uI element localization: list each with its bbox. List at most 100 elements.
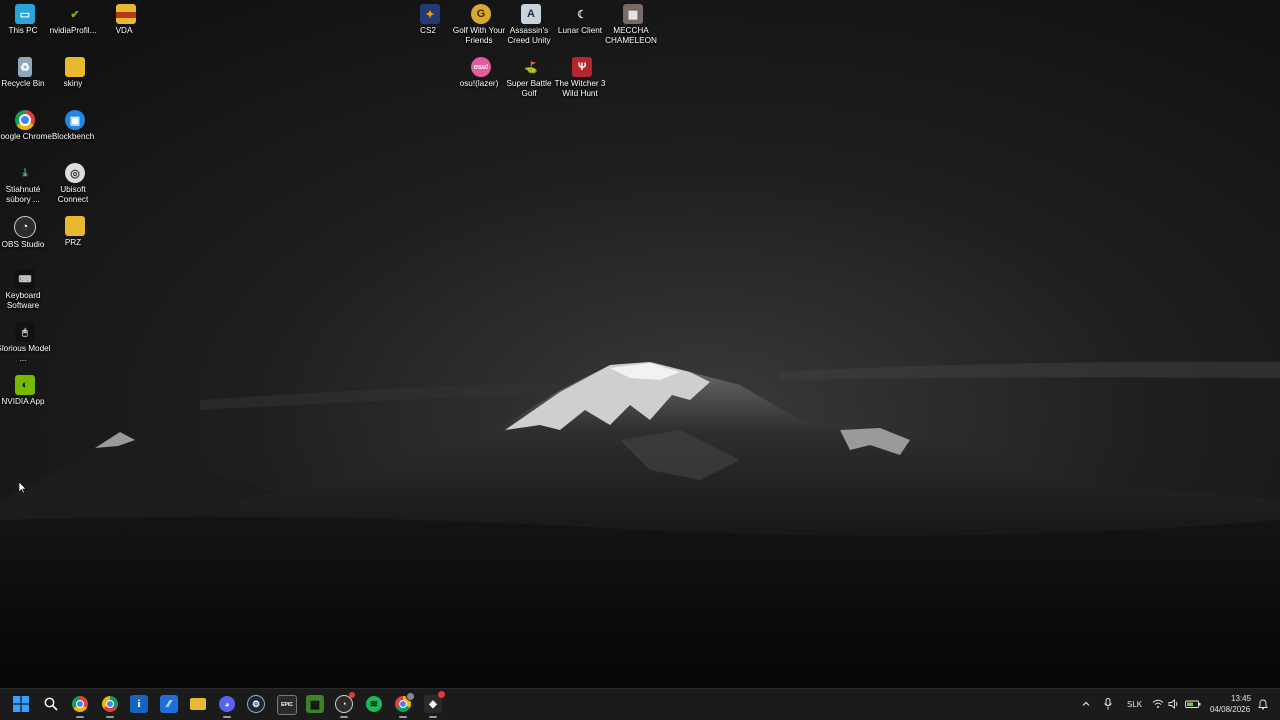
- desktop-icon-assassins-creed-unity[interactable]: A Assassin's Creed Unity: [506, 0, 556, 46]
- desktop-icon-ubisoft-connect[interactable]: ◎ Ubisoft Connect: [50, 159, 100, 205]
- desktop-wallpaper: [0, 0, 1280, 688]
- desktop-icon-label: Keyboard Software: [5, 291, 41, 310]
- clock-time[interactable]: 13:45: [1231, 694, 1251, 703]
- nvidia-icon: ✔: [70, 8, 80, 21]
- steam-icon: ⚙: [247, 695, 265, 713]
- desktop-icon-label: The Witcher 3 Wild Hunt: [554, 79, 606, 98]
- search-button[interactable]: [42, 695, 60, 713]
- desktop-icon-super-battle-golf[interactable]: ⛳ Super Battle Golf: [506, 53, 556, 99]
- desktop-icon-label: VDA: [115, 26, 133, 35]
- battery-icon[interactable]: [1185, 698, 1201, 710]
- assassins-creed-icon: A: [521, 4, 541, 24]
- discord-icon: ◕: [219, 696, 235, 712]
- app-icon: ⁄⁄: [167, 698, 171, 710]
- desktop-icon-keyboard-software[interactable]: ⌨ Keyboard Software: [0, 265, 50, 311]
- show-hidden-icons-button[interactable]: [1080, 698, 1092, 710]
- folder-icon: [190, 698, 206, 710]
- keyboard-software-icon: ⌨: [15, 269, 35, 289]
- desktop-icon-label: nvidiaProfil...: [49, 26, 97, 35]
- computer-icon: ▭: [15, 4, 35, 24]
- desktop-icon-google-chrome[interactable]: Google Chrome: [0, 106, 52, 142]
- desktop-icon-witcher-3[interactable]: Ѱ The Witcher 3 Wild Hunt: [555, 53, 607, 99]
- desktop-icon-blockbench[interactable]: ▣ Blockbench: [50, 106, 100, 142]
- desktop-icon-osu-lazer[interactable]: osu! osu!(lazer): [456, 53, 506, 89]
- taskbar-steam[interactable]: ⚙: [247, 695, 265, 713]
- bell-icon: [1258, 699, 1268, 710]
- search-icon: [44, 697, 58, 711]
- taskbar-epic-games[interactable]: EPIC: [277, 695, 297, 715]
- minecraft-icon: ▦: [309, 698, 321, 711]
- lunar-client-icon: ☾: [577, 8, 587, 21]
- desktop-icon-label: MECCHA CHAMELEON: [605, 26, 657, 45]
- folder-icon: [65, 57, 85, 77]
- input-language-indicator[interactable]: SLK: [1127, 700, 1142, 709]
- taskbar-chrome-3[interactable]: [394, 692, 415, 718]
- taskbar-spotify[interactable]: ≋: [365, 695, 383, 713]
- desktop-icon-meccha-chameleon[interactable]: ▦ MECCHA CHAMELEON: [605, 0, 658, 46]
- desktop-icon-nvidia-app[interactable]: ◐ NVIDIA App: [0, 371, 50, 407]
- desktop-icon-this-pc[interactable]: ▭ This PC: [0, 0, 50, 36]
- blockbench-icon: ▣: [65, 110, 85, 130]
- start-button[interactable]: [12, 695, 30, 713]
- info-icon: i: [137, 698, 141, 710]
- desktop-icon-label: CS2: [420, 26, 436, 35]
- desktop-icon-label: Glorious Model ...: [0, 344, 51, 363]
- desktop-icon-glorious-model[interactable]: 🖱 Glorious Model ...: [0, 318, 51, 364]
- nvidia-app-icon: ◐: [15, 375, 35, 395]
- app-with-badge-icon: ◆: [429, 698, 437, 710]
- chevron-up-icon: [1082, 701, 1090, 706]
- mouse-cursor: [19, 482, 27, 494]
- wifi-icon[interactable]: [1152, 698, 1164, 710]
- obs-icon: ◔: [14, 216, 36, 238]
- desktop-icon-skiny[interactable]: skiny: [50, 53, 100, 89]
- meccha-chameleon-icon: ▦: [623, 4, 643, 24]
- notifications-button[interactable]: [1257, 698, 1269, 710]
- folder-icon: [65, 216, 85, 236]
- desktop-icon-vda[interactable]: VDA: [101, 0, 151, 36]
- desktop-icon-label: Lunar Client: [557, 26, 603, 35]
- mouse-software-icon: 🖱: [15, 322, 35, 342]
- taskbar-obs[interactable]: ◔: [335, 692, 355, 718]
- taskbar-discord[interactable]: ◕: [218, 695, 236, 718]
- ubisoft-icon: ◎: [65, 163, 85, 183]
- chrome-icon: [102, 696, 118, 712]
- taskbar-minecraft[interactable]: ▦: [306, 695, 324, 713]
- spotify-icon: ≋: [366, 696, 382, 712]
- taskbar-file-explorer[interactable]: [189, 695, 207, 713]
- desktop-icon-obs-studio[interactable]: ◔ OBS Studio: [0, 212, 50, 250]
- taskbar-info[interactable]: i: [130, 695, 148, 713]
- witcher-icon: Ѱ: [572, 57, 592, 77]
- desktop-icon-label: NVIDIA App: [1, 397, 45, 406]
- taskbar: i ⁄⁄ ◕ ⚙ EPIC ▦ ◔ ≋ ◆ SLK 13:45 04/08/20…: [0, 688, 1280, 720]
- taskbar-chrome-2[interactable]: [101, 695, 119, 718]
- desktop-icon-label: Super Battle Golf: [506, 79, 552, 98]
- downloads-icon: ⤓: [22, 166, 28, 179]
- windows-start-icon: [13, 696, 29, 712]
- desktop-icon-lunar-client[interactable]: ☾ Lunar Client: [557, 0, 607, 36]
- cs2-icon: ✦: [420, 4, 440, 24]
- volume-icon[interactable]: [1168, 698, 1180, 710]
- notification-badge: [349, 692, 355, 698]
- recycle-bin-icon: ♻: [18, 57, 32, 77]
- super-battle-golf-icon: ⛳: [524, 61, 538, 74]
- desktop-icon-recycle-bin[interactable]: ♻ Recycle Bin: [0, 53, 50, 89]
- desktop-icon-downloads[interactable]: ⤓ Stiahnuté súbory ...: [0, 159, 50, 205]
- notification-badge: [438, 691, 445, 698]
- microphone-icon[interactable]: [1102, 698, 1114, 710]
- desktop-icon-prz[interactable]: PRZ: [50, 212, 100, 248]
- desktop-icon-label: Blockbench: [51, 132, 95, 141]
- taskbar-app-badge[interactable]: ◆: [424, 691, 445, 718]
- chrome-icon: [15, 110, 35, 130]
- desktop-icon-label: skiny: [63, 79, 83, 88]
- chrome-icon: [72, 696, 88, 712]
- desktop-icon-cs2[interactable]: ✦ CS2: [405, 0, 455, 36]
- taskbar-chrome[interactable]: [71, 695, 89, 718]
- desktop-icon-label: Assassin's Creed Unity: [507, 26, 551, 45]
- desktop-icon-golf-with-your-friends[interactable]: G Golf With Your Friends: [453, 0, 506, 46]
- clock-date[interactable]: 04/08/2026: [1210, 705, 1250, 714]
- desktop-icon-nvidia-profile[interactable]: ✔ nvidiaProfil...: [50, 0, 100, 36]
- golf-icon: G: [471, 4, 491, 24]
- taskbar-blue-app[interactable]: ⁄⁄: [160, 695, 178, 713]
- folder-icon: [116, 4, 136, 24]
- epic-games-icon: EPIC: [281, 702, 293, 708]
